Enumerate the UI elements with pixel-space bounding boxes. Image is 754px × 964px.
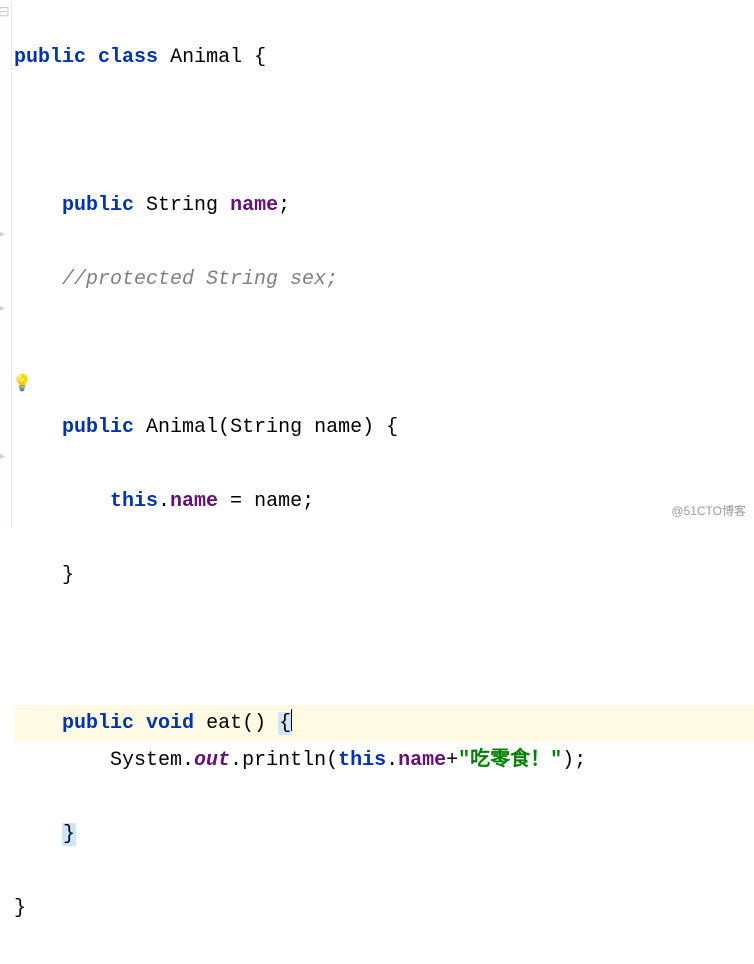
keyword: public — [62, 712, 134, 735]
dot: . — [230, 749, 242, 772]
keyword: public — [62, 194, 134, 217]
method-marker[interactable]: ▸ — [0, 450, 12, 464]
parens: () — [242, 712, 266, 735]
text-caret — [291, 709, 292, 731]
keyword: this — [338, 749, 386, 772]
paren: ( — [326, 749, 338, 772]
code-line — [14, 335, 754, 372]
field: name — [398, 749, 446, 772]
code-line: this.name = name; — [14, 483, 754, 520]
class-name: Animal — [170, 46, 242, 69]
keyword: this — [110, 490, 158, 513]
dot: . — [386, 749, 398, 772]
code-line: System.out.println(this.name+"吃零食！"); — [14, 742, 754, 779]
plus: + — [446, 749, 458, 772]
method-marker[interactable]: ▸ — [0, 228, 12, 242]
param: name — [314, 416, 362, 439]
brace: { — [386, 416, 398, 439]
code-editor[interactable]: public class Animal { public String name… — [14, 2, 754, 964]
code-line — [14, 113, 754, 150]
keyword: class — [98, 46, 158, 69]
static-field: out — [194, 749, 230, 772]
comment: //protected String sex; — [62, 268, 338, 291]
keyword: public — [62, 416, 134, 439]
semicolon: ; — [302, 490, 314, 513]
editor-gutter: ⊟ ▸ ▸ 💡 ▸ — [0, 0, 12, 528]
keyword: void — [146, 712, 194, 735]
brace-matched: } — [62, 823, 76, 846]
code-line: //protected String sex; — [14, 261, 754, 298]
brace: } — [14, 897, 26, 920]
constructor: Animal — [146, 416, 218, 439]
semicolon: ; — [278, 194, 290, 217]
code-line: } — [14, 557, 754, 594]
identifier: name — [254, 490, 302, 513]
watermark: @51CTO博客 — [671, 500, 746, 522]
method-call: println — [242, 749, 326, 772]
code-line: public class Animal { — [14, 39, 754, 76]
code-line: public String name; — [14, 187, 754, 224]
field: name — [230, 194, 278, 217]
dot: . — [182, 749, 194, 772]
paren: ( — [218, 416, 230, 439]
class-ref: System — [110, 749, 182, 772]
dot: . — [158, 490, 170, 513]
method-marker[interactable]: ▸ — [0, 302, 12, 316]
field: name — [170, 490, 218, 513]
code-line: } — [14, 890, 754, 927]
keyword: public — [14, 46, 86, 69]
code-line: public Animal(String name) { — [14, 409, 754, 446]
semicolon: ; — [574, 749, 586, 772]
code-line — [14, 631, 754, 668]
eq: = — [218, 490, 254, 513]
type: String — [230, 416, 302, 439]
code-line-current: public void eat() { — [14, 705, 754, 742]
type: String — [146, 194, 218, 217]
paren: ) — [562, 749, 574, 772]
brace: } — [62, 564, 74, 587]
method: eat — [206, 712, 242, 735]
paren: ) — [362, 416, 374, 439]
code-line: } — [14, 816, 754, 853]
fold-marker[interactable]: ⊟ — [0, 6, 12, 20]
string-literal: "吃零食！" — [458, 749, 562, 772]
brace-matched: { — [278, 712, 292, 735]
brace: { — [254, 46, 266, 69]
